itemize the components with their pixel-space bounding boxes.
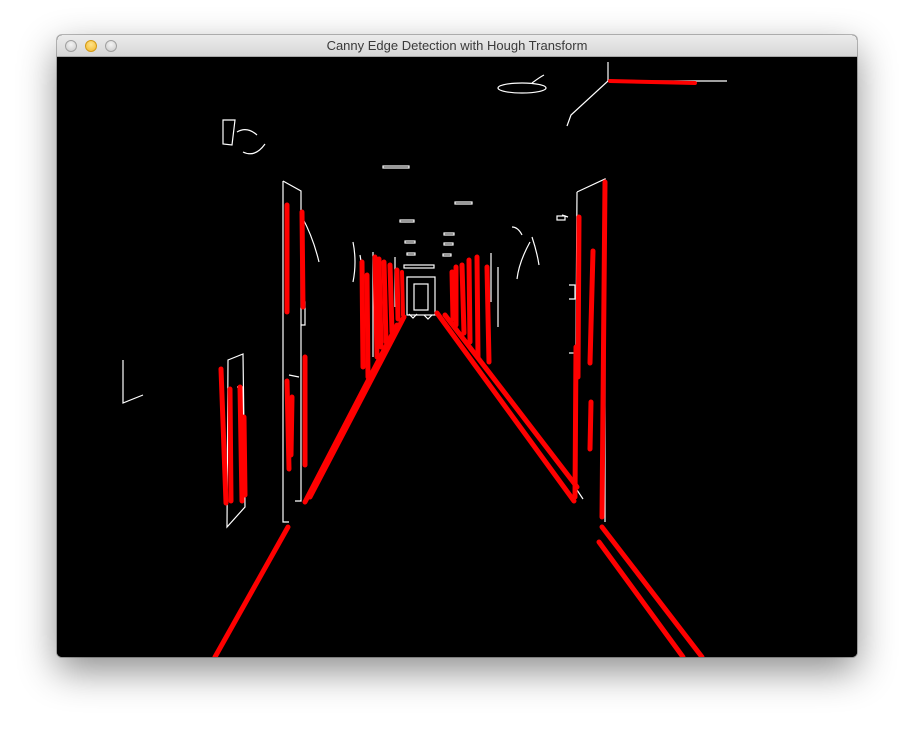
image-canvas — [57, 57, 857, 657]
window-title: Canny Edge Detection with Hough Transfor… — [326, 38, 588, 53]
title-bar[interactable]: Canny Edge Detection with Hough Transfor… — [57, 35, 857, 57]
app-window: Canny Edge Detection with Hough Transfor… — [57, 35, 857, 657]
edge-detection-image — [57, 57, 857, 657]
